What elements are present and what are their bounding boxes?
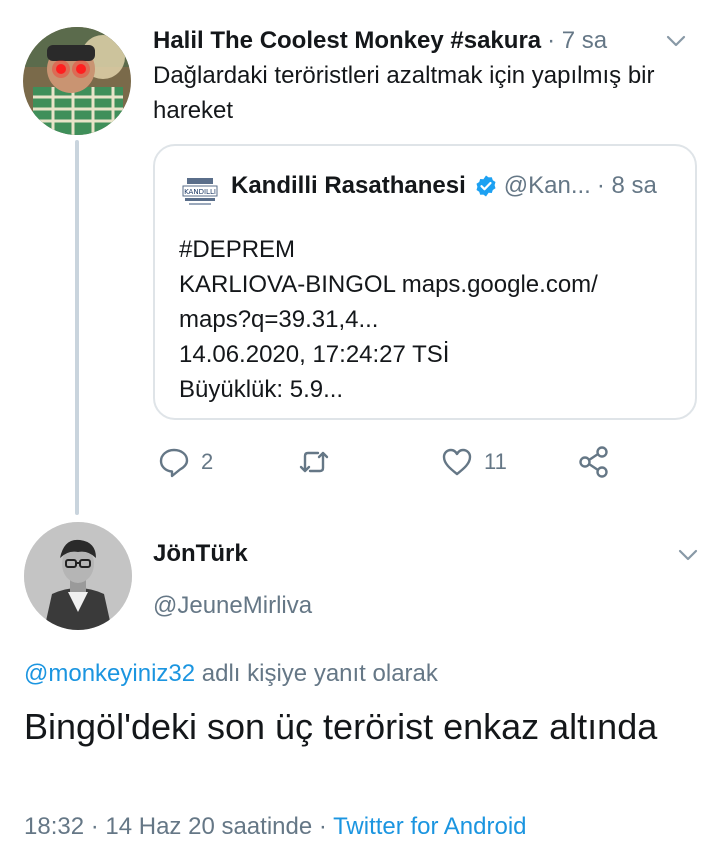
replying-to-line: @monkeyiniz32 adlı kişiye yanıt olarak	[24, 660, 438, 688]
original-tweet-header: Halil The Coolest Monkey #sakura · 7 sa	[153, 26, 708, 56]
quoted-line-datetime: 14.06.2020, 17:24:27 TSİ	[179, 341, 450, 368]
quoted-line-maps: maps?q=39.31,4...	[179, 306, 379, 333]
avatar-image	[23, 27, 131, 135]
logo-text: KANDILLI	[184, 188, 216, 196]
reply-author-handle[interactable]: @JeuneMirliva	[153, 592, 312, 620]
quoted-tweet-time: · 8 sa	[596, 172, 657, 199]
original-tweet-text: Dağlardaki teröristleri azaltmak için ya…	[153, 62, 655, 124]
like-button[interactable]: 11	[440, 440, 507, 484]
share-icon	[579, 446, 608, 478]
original-tweet-time[interactable]: · 7 sa	[547, 27, 607, 55]
tweet-timestamp[interactable]: 18:32 · 14 Haz 20 saatinde ·	[24, 813, 333, 840]
avatar-jonturk[interactable]	[24, 522, 132, 630]
reply-button[interactable]: 2	[157, 440, 213, 484]
quoted-line-location: KARLIOVA-BINGOL maps.google.com/	[179, 271, 598, 298]
verified-badge-icon	[476, 175, 496, 197]
chevron-down-icon[interactable]	[677, 544, 699, 566]
quoted-author-name[interactable]: Kandilli Rasathanesi	[231, 172, 466, 200]
tweet-client-link[interactable]: Twitter for Android	[333, 813, 526, 840]
tweet-action-bar: 2 11	[153, 440, 623, 484]
chevron-down-icon[interactable]	[665, 30, 687, 52]
quoted-line-magnitude: Büyüklük: 5.9...	[179, 376, 344, 403]
avatar-image	[24, 522, 132, 630]
retweet-button[interactable]	[297, 440, 331, 484]
kandilli-logo-icon: KANDILLI	[182, 178, 218, 205]
retweet-icon	[299, 451, 329, 473]
tweet-metadata: 18:32 · 14 Haz 20 saatinde · Twitter for…	[24, 813, 527, 841]
quoted-tweet-body: #DEPREM KARLIOVA-BINGOL maps.google.com/…	[179, 232, 684, 407]
quoted-tweet-header: Kandilli Rasathanesi @Kan... · 8 sa	[231, 172, 657, 200]
reply-count: 2	[201, 449, 214, 474]
quoted-author-handle[interactable]: @Kan...	[504, 172, 591, 200]
quoted-line-hashtag: #DEPREM	[179, 236, 296, 263]
reply-tweet-text: Bingöl'deki son üç terörist enkaz altınd…	[24, 706, 658, 747]
thread-connector-line	[75, 140, 79, 515]
reply-mention-link[interactable]: @monkeyiniz32	[24, 660, 195, 687]
reply-to-suffix: adlı kişiye yanıt olarak	[195, 660, 438, 687]
heart-icon	[442, 448, 472, 476]
reply-author-name[interactable]: JönTürk	[153, 540, 248, 568]
avatar-halil[interactable]	[23, 27, 131, 135]
reply-icon	[159, 448, 189, 478]
quoted-tweet-card[interactable]: KANDILLI Kandilli Rasathanesi @Kan... · …	[153, 144, 697, 420]
original-author-name[interactable]: Halil The Coolest Monkey #sakura	[153, 27, 541, 55]
share-button[interactable]	[577, 440, 611, 484]
like-count: 11	[484, 449, 507, 474]
